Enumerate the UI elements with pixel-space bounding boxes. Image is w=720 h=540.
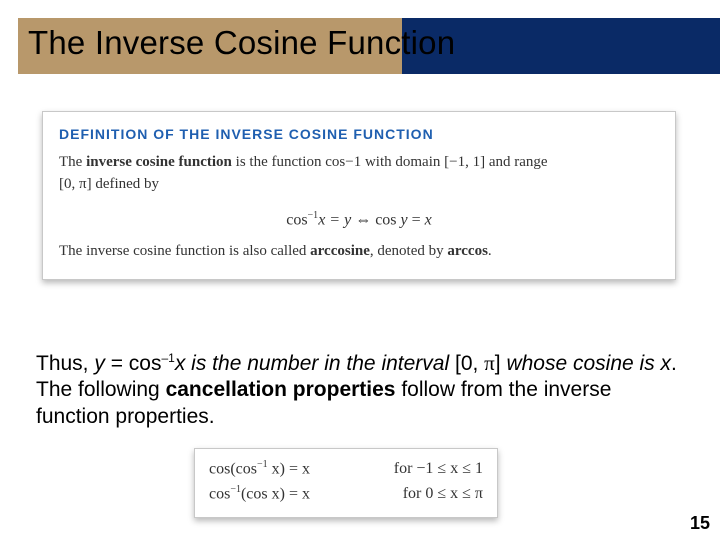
page-number: 15 [690,513,710,534]
text-italic: x is the number in the interval [175,352,455,375]
text: . [488,243,492,259]
eqn-rhs: cos y = x [375,211,432,228]
property-row-2: cos−1(cos x) = x for 0 ≤ x ≤ π [209,482,483,507]
text: x) = x [268,460,310,477]
text: cos [209,485,230,502]
pi-symbol: π [484,351,495,375]
eqn-lhs-cos: cos [286,211,307,228]
text: = cos [105,352,162,375]
superscript: –1 [161,351,174,365]
definition-line-2: [0, π] defined by [59,174,659,196]
body-paragraph: Thus, y = cos–1x is the number in the in… [36,350,684,430]
text: ] [495,352,507,375]
text: is the function cos [232,154,345,170]
superscript: −1 [230,484,241,495]
property-row-1: cos(cos−1 x) = x for −1 ≤ x ≤ 1 [209,457,483,482]
text: [0, [455,352,484,375]
title-bar: The Inverse Cosine Function [0,18,720,74]
definition-equation: cos−1x = y ⇔ cos y = x [59,210,659,229]
slide: The Inverse Cosine Function DEFINITION O… [0,0,720,540]
definition-heading: DEFINITION OF THE INVERSE COSINE FUNCTIO… [59,126,659,142]
text-bold: inverse cosine function [86,154,232,170]
definition-line-1: The inverse cosine function is the funct… [59,152,659,174]
superscript: −1 [308,210,319,221]
text-bold: arccos [447,243,488,259]
text: cos(cos [209,460,257,477]
superscript: −1 [257,459,268,470]
slide-title: The Inverse Cosine Function [28,24,455,62]
eqn-iff: ⇔ [351,211,375,228]
text-bold: cancellation properties [166,378,396,401]
text-italic: y [94,352,105,375]
prop-lhs: cos(cos−1 x) = x [209,457,310,482]
definition-box: DEFINITION OF THE INVERSE COSINE FUNCTIO… [42,111,676,280]
properties-box: cos(cos−1 x) = x for −1 ≤ x ≤ 1 cos−1(co… [194,448,498,518]
text: (cos x) = x [241,485,310,502]
text: , denoted by [370,243,447,259]
prop-rhs: for −1 ≤ x ≤ 1 [394,457,483,482]
definition-line-3: The inverse cosine function is also call… [59,241,659,263]
text-italic: whose cosine is x [506,352,671,375]
text: The inverse cosine function is also call… [59,243,310,259]
eqn-lhs-xy: x = y [318,211,351,228]
text: with domain [−1, 1] and range [361,154,547,170]
prop-lhs: cos−1(cos x) = x [209,482,310,507]
superscript: −1 [345,154,361,170]
text: The [59,154,86,170]
prop-rhs: for 0 ≤ x ≤ π [403,482,483,507]
text: Thus, [36,352,94,375]
text-bold: arccosine [310,243,370,259]
